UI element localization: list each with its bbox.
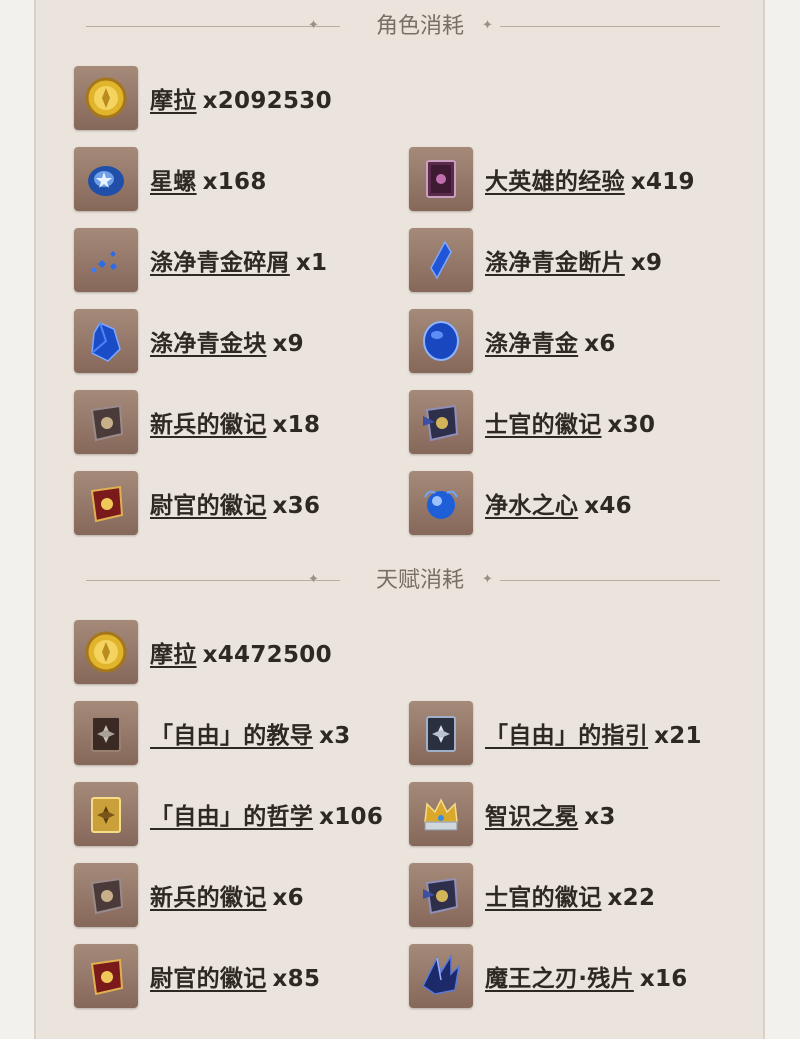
material-name[interactable]: 涤净青金块 bbox=[150, 331, 267, 357]
sergeant-insignia-icon bbox=[409, 863, 473, 927]
material-item[interactable]: 涤净青金断片 x9 bbox=[409, 228, 662, 292]
material-name[interactable]: 摩拉 bbox=[150, 642, 197, 668]
material-name[interactable]: 魔王之刃·残片 bbox=[485, 966, 634, 992]
material-qty: x18 bbox=[272, 412, 321, 438]
recruit-insignia-icon bbox=[74, 863, 138, 927]
material-qty: x46 bbox=[584, 493, 632, 519]
cleansing-heart-icon bbox=[409, 471, 473, 535]
material-qty: x3 bbox=[584, 804, 616, 830]
material-qty: x2092530 bbox=[202, 88, 332, 114]
guide-freedom-icon bbox=[409, 701, 473, 765]
philosophies-freedom-icon bbox=[74, 782, 138, 846]
material-item[interactable]: 净水之心 x46 bbox=[409, 471, 632, 535]
material-name[interactable]: 星螺 bbox=[150, 169, 197, 195]
material-qty: x36 bbox=[272, 493, 321, 519]
material-qty: x85 bbox=[272, 966, 321, 992]
material-item[interactable]: 士官的徽记 x30 bbox=[409, 390, 655, 454]
divider-line bbox=[86, 26, 340, 27]
material-item[interactable]: 尉官的徽记 x85 bbox=[74, 944, 320, 1008]
material-qty: x106 bbox=[319, 804, 384, 830]
mora-icon bbox=[74, 66, 138, 130]
material-item[interactable]: 魔王之刃·残片 x16 bbox=[409, 944, 688, 1008]
material-qty: x3 bbox=[319, 723, 351, 749]
material-qty: x9 bbox=[272, 331, 304, 357]
divider-line bbox=[500, 26, 720, 27]
material-item[interactable]: 摩拉 x2092530 bbox=[74, 66, 332, 130]
materials-panel: ✦ 角色消耗 ✦ 摩拉 x2092530 星螺 x168 大英雄的经验 x419 涤净… bbox=[34, 0, 765, 1039]
tyrants-fang-icon bbox=[409, 944, 473, 1008]
material-item[interactable]: 涤净青金 x6 bbox=[409, 309, 616, 373]
material-qty: x16 bbox=[639, 966, 688, 992]
star-ornament-icon: ✦ bbox=[308, 572, 319, 587]
material-item[interactable]: 摩拉 x4472500 bbox=[74, 620, 332, 684]
material-qty: x6 bbox=[272, 885, 304, 911]
material-name[interactable]: 智识之冕 bbox=[485, 804, 578, 830]
material-name[interactable]: 尉官的徽记 bbox=[150, 493, 267, 519]
star-ornament-icon: ✦ bbox=[482, 572, 493, 587]
material-item[interactable]: 「自由」的指引 x21 bbox=[409, 701, 702, 765]
material-name[interactable]: 新兵的徽记 bbox=[150, 885, 267, 911]
material-qty: x21 bbox=[654, 723, 702, 749]
material-qty: x22 bbox=[607, 885, 656, 911]
material-name[interactable]: 新兵的徽记 bbox=[150, 412, 267, 438]
material-qty: x30 bbox=[607, 412, 656, 438]
material-item[interactable]: 大英雄的经验 x419 bbox=[409, 147, 695, 211]
material-item[interactable]: 智识之冕 x3 bbox=[409, 782, 616, 846]
section-title: 角色消耗 bbox=[375, 14, 464, 39]
material-qty: x6 bbox=[584, 331, 616, 357]
material-qty: x1 bbox=[295, 250, 328, 276]
material-item[interactable]: 涤净青金块 x9 bbox=[74, 309, 304, 373]
material-qty: x419 bbox=[630, 169, 695, 195]
material-name[interactable]: 涤净青金 bbox=[485, 331, 578, 357]
lapis-sliver-icon bbox=[74, 228, 138, 292]
material-name[interactable]: 大英雄的经验 bbox=[485, 169, 625, 195]
teachings-freedom-icon bbox=[74, 701, 138, 765]
section-header-talent: ✦ 天赋消耗 ✦ bbox=[36, 560, 763, 600]
star-ornament-icon: ✦ bbox=[308, 18, 319, 33]
starconch-icon bbox=[74, 147, 138, 211]
material-name[interactable]: 「自由」的哲学 bbox=[150, 804, 313, 830]
sergeant-insignia-icon bbox=[409, 390, 473, 454]
divider-line bbox=[500, 580, 720, 581]
material-name[interactable]: 净水之心 bbox=[485, 493, 578, 519]
material-name[interactable]: 涤净青金碎屑 bbox=[150, 250, 290, 276]
material-qty: x4472500 bbox=[202, 642, 332, 668]
material-name[interactable]: 摩拉 bbox=[150, 88, 197, 114]
material-item[interactable]: 士官的徽记 x22 bbox=[409, 863, 655, 927]
crown-insight-icon bbox=[409, 782, 473, 846]
material-name[interactable]: 士官的徽记 bbox=[485, 412, 602, 438]
material-item[interactable]: 尉官的徽记 x36 bbox=[74, 471, 320, 535]
material-qty: x9 bbox=[630, 250, 663, 276]
star-ornament-icon: ✦ bbox=[482, 18, 493, 33]
heros-wit-icon bbox=[409, 147, 473, 211]
lieutenant-insignia-icon bbox=[74, 944, 138, 1008]
material-item[interactable]: 「自由」的教导 x3 bbox=[74, 701, 351, 765]
lapis-gemstone-icon bbox=[409, 309, 473, 373]
section-header-character: ✦ 角色消耗 ✦ bbox=[36, 6, 763, 46]
recruit-insignia-icon bbox=[74, 390, 138, 454]
material-item[interactable]: 新兵的徽记 x6 bbox=[74, 863, 304, 927]
material-name[interactable]: 「自由」的指引 bbox=[485, 723, 648, 749]
material-item[interactable]: 涤净青金碎屑 x1 bbox=[74, 228, 327, 292]
material-name[interactable]: 尉官的徽记 bbox=[150, 966, 267, 992]
divider-line bbox=[86, 580, 340, 581]
lapis-fragment-icon bbox=[409, 228, 473, 292]
material-name[interactable]: 涤净青金断片 bbox=[485, 250, 625, 276]
material-name[interactable]: 士官的徽记 bbox=[485, 885, 602, 911]
material-item[interactable]: 星螺 x168 bbox=[74, 147, 267, 211]
material-qty: x168 bbox=[202, 169, 267, 195]
material-name[interactable]: 「自由」的教导 bbox=[150, 723, 313, 749]
lapis-chunk-icon bbox=[74, 309, 138, 373]
lieutenant-insignia-icon bbox=[74, 471, 138, 535]
mora-icon bbox=[74, 620, 138, 684]
material-item[interactable]: 新兵的徽记 x18 bbox=[74, 390, 320, 454]
section-title: 天赋消耗 bbox=[375, 568, 464, 593]
material-item[interactable]: 「自由」的哲学 x106 bbox=[74, 782, 383, 846]
